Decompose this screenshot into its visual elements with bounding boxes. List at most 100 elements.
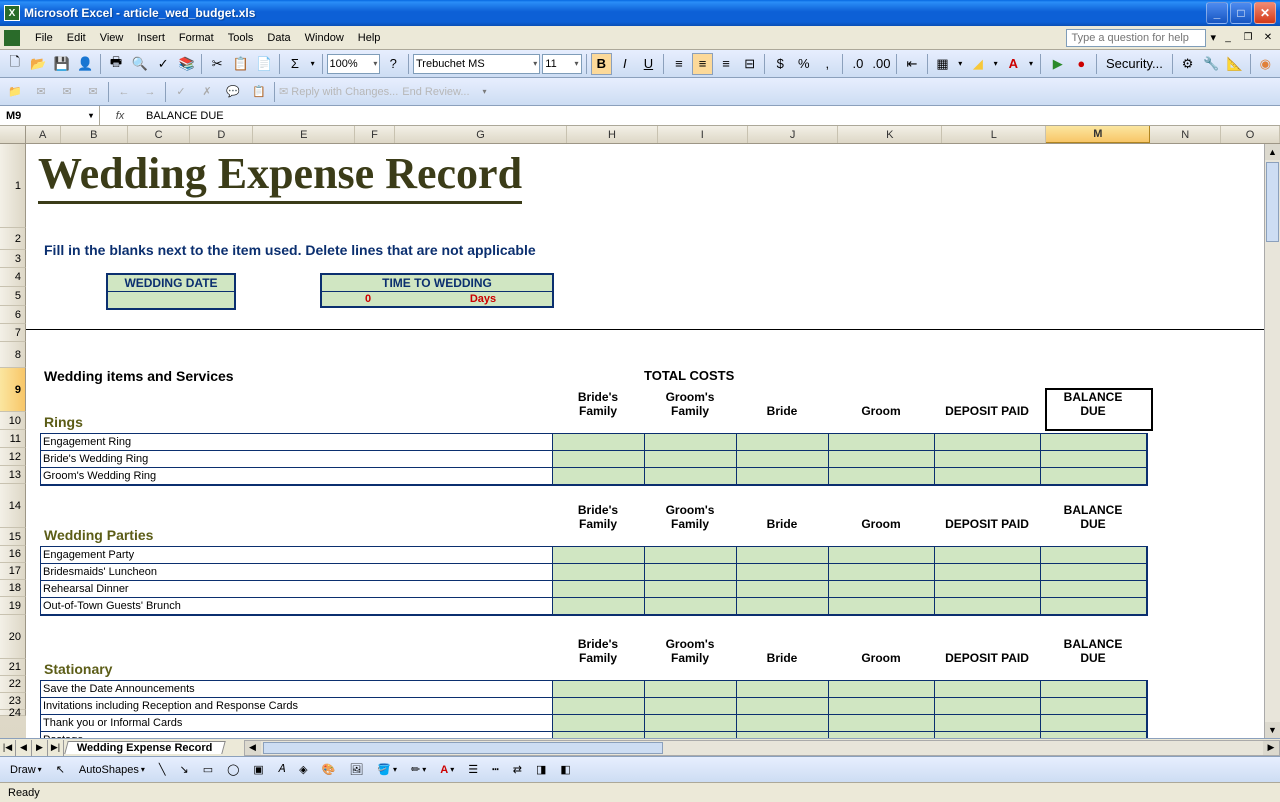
row-headers[interactable]: 123456789101112131415161718192021222324 — [0, 144, 26, 738]
item-cell[interactable] — [1041, 451, 1147, 468]
col-header-I[interactable]: I — [658, 126, 748, 143]
item-cell[interactable] — [737, 715, 829, 732]
clipart-button[interactable]: 🎨 — [318, 761, 340, 778]
record-macro-button[interactable]: ● — [1070, 53, 1092, 75]
rev-btn-1[interactable]: ✉ — [30, 81, 52, 103]
col-header-G[interactable]: G — [395, 126, 568, 143]
item-cell[interactable] — [553, 681, 645, 698]
item-cell[interactable] — [737, 564, 829, 581]
menu-window[interactable]: Window — [298, 30, 351, 46]
tab-next-button[interactable]: ▶ — [32, 740, 48, 756]
autosum-button[interactable]: Σ — [284, 53, 306, 75]
item-cell[interactable] — [737, 681, 829, 698]
tab-last-button[interactable]: ▶| — [48, 740, 64, 756]
formula-input[interactable]: BALANCE DUE — [140, 110, 1280, 122]
underline-button[interactable]: U — [638, 53, 660, 75]
mdi-close-button[interactable]: ✕ — [1260, 30, 1276, 46]
item-cell[interactable] — [829, 468, 935, 485]
decrease-decimal-button[interactable]: .00 — [871, 53, 893, 75]
rev-btn-9[interactable]: 📋 — [248, 81, 270, 103]
item-cell[interactable] — [935, 451, 1041, 468]
comma-button[interactable]: , — [817, 53, 839, 75]
item-cell[interactable] — [553, 598, 645, 615]
currency-button[interactable]: $ — [769, 53, 791, 75]
row-header-12[interactable]: 12 — [0, 448, 26, 466]
item-cell[interactable] — [645, 434, 737, 451]
row-header-17[interactable]: 17 — [0, 563, 26, 580]
3d-button[interactable]: ◧ — [556, 761, 574, 778]
cells-area[interactable]: Wedding Expense Record Fill in the blank… — [26, 144, 1280, 738]
new-button[interactable]: 🗋 — [4, 53, 26, 75]
item-cell[interactable] — [829, 732, 935, 738]
item-cell[interactable] — [553, 434, 645, 451]
menu-format[interactable]: Format — [172, 30, 221, 46]
line-color-button[interactable]: ✏▾ — [407, 761, 430, 778]
menu-tools[interactable]: Tools — [221, 30, 261, 46]
horizontal-scrollbar[interactable]: ◀ ▶ — [244, 740, 1280, 756]
row-header-18[interactable]: 18 — [0, 580, 26, 597]
item-cell[interactable] — [737, 434, 829, 451]
zoom-combo[interactable]: 100%▾ — [327, 54, 381, 74]
rev-btn-6[interactable]: ✓ — [170, 81, 192, 103]
row-header-4[interactable]: 4 — [0, 268, 26, 287]
item-cell[interactable] — [553, 564, 645, 581]
item-cell[interactable] — [935, 434, 1041, 451]
mdi-restore-button[interactable]: ❐ — [1240, 30, 1256, 46]
item-cell[interactable] — [553, 451, 645, 468]
item-cell[interactable] — [645, 581, 737, 598]
mdi-minimize-button[interactable]: _ — [1220, 30, 1236, 46]
item-cell[interactable] — [553, 732, 645, 738]
col-header-J[interactable]: J — [748, 126, 838, 143]
line-style-button[interactable]: ☰ — [464, 761, 482, 778]
item-cell[interactable] — [1041, 581, 1147, 598]
menu-edit[interactable]: Edit — [60, 30, 93, 46]
help-dropdown-icon[interactable]: ▾ — [1210, 31, 1216, 44]
hscroll-thumb[interactable] — [263, 742, 663, 754]
menu-view[interactable]: View — [93, 30, 131, 46]
item-cell[interactable] — [935, 581, 1041, 598]
dash-style-button[interactable]: ┅ — [488, 761, 503, 778]
row-header-9[interactable]: 9 — [0, 368, 26, 412]
fill-color-draw-button[interactable]: 🪣▾ — [373, 761, 401, 778]
item-cell[interactable] — [645, 564, 737, 581]
textbox-button[interactable]: ▣ — [249, 761, 267, 778]
arrow-style-button[interactable]: ⇄ — [509, 761, 526, 778]
item-cell[interactable] — [829, 451, 935, 468]
item-cell[interactable] — [1041, 681, 1147, 698]
diagram-button[interactable]: ◈ — [295, 761, 311, 778]
save-button[interactable]: 💾 — [51, 53, 73, 75]
item-cell[interactable] — [553, 581, 645, 598]
menu-help[interactable]: Help — [351, 30, 388, 46]
name-box[interactable]: M9▾ — [0, 106, 100, 125]
item-cell[interactable] — [645, 468, 737, 485]
folder-button[interactable]: 📁 — [4, 81, 26, 103]
tab-first-button[interactable]: |◀ — [0, 740, 16, 756]
spelling-button[interactable]: ✓ — [152, 53, 174, 75]
line-button[interactable]: ╲ — [155, 761, 170, 778]
item-cell[interactable] — [935, 547, 1041, 564]
col-header-A[interactable]: A — [26, 126, 61, 143]
menu-data[interactable]: Data — [260, 30, 297, 46]
item-cell[interactable] — [1041, 715, 1147, 732]
toolbox-button[interactable]: 🔧 — [1200, 53, 1222, 75]
row-header-1[interactable]: 1 — [0, 144, 26, 228]
row-header-19[interactable]: 19 — [0, 597, 26, 615]
bold-button[interactable]: B — [591, 53, 613, 75]
rectangle-button[interactable]: ▭ — [199, 761, 217, 778]
row-header-10[interactable]: 10 — [0, 412, 26, 430]
item-cell[interactable] — [553, 468, 645, 485]
increase-decimal-button[interactable]: .0 — [847, 53, 869, 75]
item-cell[interactable] — [829, 564, 935, 581]
align-right-button[interactable]: ≡ — [715, 53, 737, 75]
scroll-thumb[interactable] — [1266, 162, 1279, 242]
font-size-combo[interactable]: 11▾ — [542, 54, 581, 74]
fill-color-button[interactable]: ◢ — [967, 53, 989, 75]
item-cell[interactable] — [1041, 547, 1147, 564]
col-header-M[interactable]: M — [1046, 126, 1150, 143]
hscroll-left-button[interactable]: ◀ — [245, 741, 261, 755]
decrease-indent-button[interactable]: ⇤ — [901, 53, 923, 75]
item-cell[interactable] — [1041, 732, 1147, 738]
item-cell[interactable] — [553, 698, 645, 715]
item-cell[interactable] — [737, 468, 829, 485]
close-button[interactable]: ✕ — [1254, 2, 1276, 24]
